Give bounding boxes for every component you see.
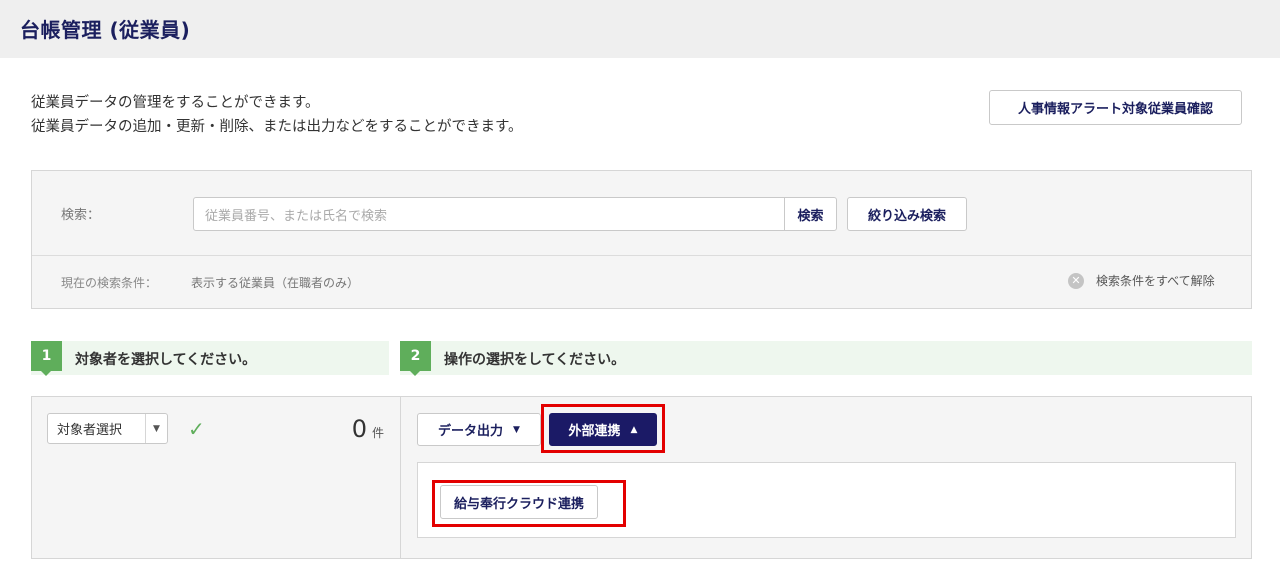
filter-search-button[interactable]: 絞り込み検索	[847, 197, 967, 231]
step-2-number: 2	[400, 341, 431, 376]
caret-up-icon[interactable]: ▲	[631, 425, 638, 435]
step-1-number: 1	[31, 341, 62, 376]
search-panel: 検索： 従業員番号、または氏名で検索 検索 絞り込み検索 現在の検索条件： 表示…	[31, 170, 1252, 309]
count-unit: 件	[371, 426, 384, 440]
step-2-banner: 2 操作の選択をしてください。	[400, 341, 1252, 376]
step-1-banner: 1 対象者を選択してください。	[31, 341, 389, 376]
page-description: 従業員データの管理をすることができます。 従業員データの追加・更新・削除、または…	[31, 91, 523, 139]
divider	[32, 255, 1251, 256]
search-button[interactable]: 検索	[784, 197, 837, 231]
operation-panel: データ出力 ▼ 外部連携 ▲ 給与奉行クラウド連携	[400, 396, 1252, 559]
search-label: 検索：	[61, 208, 101, 223]
step-1-text: 対象者を選択してください。	[75, 352, 257, 368]
hr-alert-button[interactable]: 人事情報アラート対象従業員確認	[989, 90, 1242, 125]
condition-label: 現在の検索条件：	[61, 276, 158, 290]
condition-value: 表示する従業員（在職者のみ）	[191, 276, 360, 290]
description-line-2: 従業員データの追加・更新・削除、または出力などをすることができます。	[31, 119, 523, 135]
caret-down-icon[interactable]: ▼	[145, 414, 167, 443]
kyuyo-bugyo-cloud-link-button[interactable]: 給与奉行クラウド連携	[440, 485, 598, 519]
data-output-label[interactable]: データ出力	[438, 420, 503, 439]
step-2-text: 操作の選択をしてください。	[444, 352, 626, 368]
target-select-dropdown[interactable]: 対象者選択 ▼	[47, 413, 168, 444]
external-link-label[interactable]: 外部連携	[569, 420, 621, 439]
clear-conditions-link[interactable]: ✕ 検索条件をすべて解除	[1068, 272, 1215, 289]
page-title: 台帳管理 (従業員)	[20, 18, 191, 42]
target-selection-panel: 対象者選択 ▼ ✓ 0 件	[31, 396, 401, 559]
search-input[interactable]: 従業員番号、または氏名で検索	[193, 197, 785, 231]
count-number: 0	[351, 415, 367, 443]
page-header: 台帳管理 (従業員)	[0, 0, 1280, 58]
selected-count: 0 件	[352, 415, 384, 443]
external-link-menu: 給与奉行クラウド連携	[417, 462, 1236, 538]
caret-down-icon[interactable]: ▼	[513, 425, 520, 435]
data-output-button[interactable]: データ出力 ▼	[417, 413, 541, 446]
close-circle-icon[interactable]: ✕	[1068, 272, 1084, 289]
clear-conditions-label[interactable]: 検索条件をすべて解除	[1096, 272, 1215, 289]
check-icon: ✓	[188, 417, 205, 441]
description-line-1: 従業員データの管理をすることができます。	[31, 95, 320, 111]
target-select-label[interactable]: 対象者選択	[48, 419, 145, 438]
external-link-button[interactable]: 外部連携 ▲	[549, 413, 657, 446]
